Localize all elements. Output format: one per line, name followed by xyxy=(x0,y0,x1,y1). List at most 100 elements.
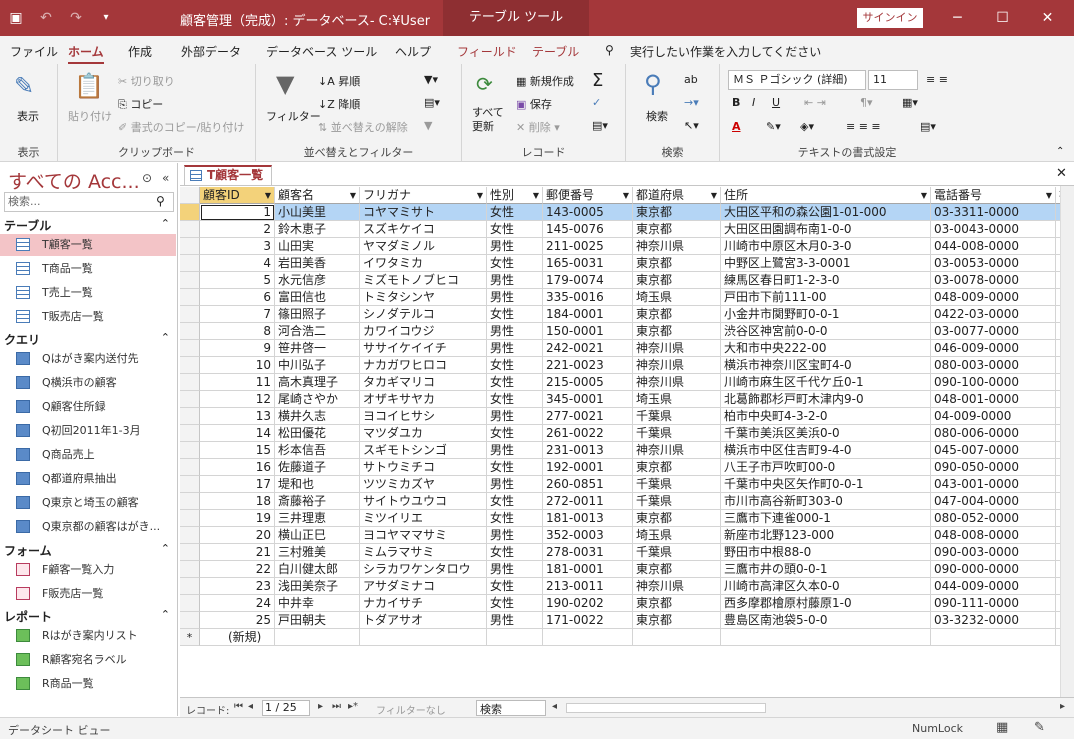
table-cell[interactable]: 15 xyxy=(200,442,275,459)
table-cell[interactable]: 260-0851 xyxy=(543,476,633,493)
record-search-input[interactable]: 検索 xyxy=(476,700,546,716)
row-selector[interactable] xyxy=(180,510,200,527)
table-cell[interactable]: 杉本信吾 xyxy=(275,442,360,459)
table-cell[interactable]: 川崎市高津区久本0-0 xyxy=(721,578,931,595)
table-cell[interactable]: 横山正巳 xyxy=(275,527,360,544)
table-cell[interactable]: 090-003-0000 xyxy=(931,544,1056,561)
table-cell[interactable]: 048-008-0000 xyxy=(931,527,1056,544)
table-cell[interactable]: 14 xyxy=(200,425,275,442)
table-cell[interactable]: 046-009-0000 xyxy=(931,340,1056,357)
tab-create[interactable]: 作成 xyxy=(128,43,152,60)
toggle-filter-button[interactable]: ▼ xyxy=(424,119,432,132)
table-cell[interactable]: 男性 xyxy=(487,238,543,255)
table-cell[interactable]: 044-009-0000 xyxy=(931,578,1056,595)
table-cell[interactable]: 東京都 xyxy=(633,306,721,323)
datasheet-view-icon[interactable]: ▦ xyxy=(996,720,1008,735)
new-record-cell[interactable]: (新規) xyxy=(200,629,275,646)
nav-item-query[interactable]: Q東京都の顧客はがき... xyxy=(0,516,176,538)
font-select[interactable]: ＭＳ Ｐゴシック (詳細) xyxy=(728,70,866,90)
close-document-icon[interactable]: ✕ xyxy=(1056,166,1067,181)
new-record-nav-icon[interactable]: ▸* xyxy=(348,701,358,712)
row-selector[interactable] xyxy=(180,493,200,510)
table-cell[interactable]: 145-0076 xyxy=(543,221,633,238)
nav-item-query[interactable]: Q顧客住所録 xyxy=(0,396,176,418)
table-cell[interactable]: 21 xyxy=(200,544,275,561)
table-cell[interactable]: 女性 xyxy=(487,204,543,221)
column-header[interactable]: 顧客名 ▼ xyxy=(275,187,360,204)
totals-icon[interactable]: Σ xyxy=(592,70,603,91)
table-cell[interactable]: 11 xyxy=(200,374,275,391)
paragraph-icon[interactable]: ¶▾ xyxy=(860,96,873,109)
table-cell[interactable]: 戸田朝夫 xyxy=(275,612,360,629)
table-cell[interactable]: 中川弘子 xyxy=(275,357,360,374)
table-cell[interactable]: 埼玉県 xyxy=(633,527,721,544)
dropdown-arrow-icon[interactable]: ▼ xyxy=(350,187,356,203)
tab-file[interactable]: ファイル xyxy=(10,43,58,60)
table-cell[interactable]: 千葉県 xyxy=(633,425,721,442)
table-cell[interactable]: 12 xyxy=(200,391,275,408)
table-cell[interactable]: 090-111-0000 xyxy=(931,595,1056,612)
table-cell[interactable]: 17 xyxy=(200,476,275,493)
collapse-ribbon-icon[interactable]: ⌃ xyxy=(1056,146,1064,157)
row-selector[interactable] xyxy=(180,289,200,306)
spelling-icon[interactable]: ✓ xyxy=(592,96,601,109)
table-cell[interactable]: 埼玉県 xyxy=(633,289,721,306)
tab-database-tools[interactable]: データベース ツール xyxy=(266,43,377,60)
table-cell[interactable]: 男性 xyxy=(487,323,543,340)
table-cell[interactable]: 埼玉県 xyxy=(633,391,721,408)
nav-item-form[interactable]: F販売店一覧 xyxy=(0,583,176,605)
table-cell[interactable]: シノダテルコ xyxy=(360,306,487,323)
align-icons[interactable]: ≡ ≡ ≡ xyxy=(846,120,881,133)
table-cell[interactable]: 090-100-0000 xyxy=(931,374,1056,391)
table-cell[interactable]: 東京都 xyxy=(633,459,721,476)
table-cell[interactable]: ミムラマサミ xyxy=(360,544,487,561)
table-cell[interactable]: 横浜市神奈川区宝町4-0 xyxy=(721,357,931,374)
table-cell[interactable]: 211-0025 xyxy=(543,238,633,255)
nav-menu-icon[interactable]: ⊙ xyxy=(142,171,152,185)
row-selector[interactable] xyxy=(180,391,200,408)
table-cell[interactable]: 横井久志 xyxy=(275,408,360,425)
table-cell[interactable]: 男性 xyxy=(487,561,543,578)
table-cell[interactable]: 080-006-0000 xyxy=(931,425,1056,442)
table-cell[interactable]: 2 xyxy=(200,221,275,238)
table-cell[interactable]: 女性 xyxy=(487,306,543,323)
row-selector[interactable] xyxy=(180,221,200,238)
table-cell[interactable]: 19 xyxy=(200,510,275,527)
table-cell[interactable]: 9 xyxy=(200,340,275,357)
table-cell[interactable]: アサダミナコ xyxy=(360,578,487,595)
table-cell[interactable]: 090-000-0000 xyxy=(931,561,1056,578)
table-cell[interactable]: マツダユカ xyxy=(360,425,487,442)
table-cell[interactable]: 048-001-0000 xyxy=(931,391,1056,408)
table-cell[interactable]: 231-0013 xyxy=(543,442,633,459)
row-selector[interactable] xyxy=(180,255,200,272)
table-cell[interactable]: 03-0043-0000 xyxy=(931,221,1056,238)
table-cell[interactable]: 市川市高谷新町303-0 xyxy=(721,493,931,510)
bold-button[interactable]: B xyxy=(732,96,740,109)
dropdown-arrow-icon[interactable]: ▼ xyxy=(1046,187,1052,203)
table-cell[interactable]: 女性 xyxy=(487,391,543,408)
table-cell[interactable]: 三井理恵 xyxy=(275,510,360,527)
indent-button[interactable]: ⇤ ⇥ xyxy=(804,96,826,109)
table-cell[interactable]: 豊島区南池袋5-0-0 xyxy=(721,612,931,629)
row-selector[interactable] xyxy=(180,442,200,459)
table-cell[interactable]: 斎藤裕子 xyxy=(275,493,360,510)
scroll-right-icon[interactable]: ▸ xyxy=(1060,701,1065,712)
undo-icon[interactable]: ↶ xyxy=(36,8,56,28)
table-cell[interactable]: 東京都 xyxy=(633,272,721,289)
table-cell[interactable]: 171-0022 xyxy=(543,612,633,629)
table-cell[interactable]: 047-004-0000 xyxy=(931,493,1056,510)
table-cell[interactable]: スズキケイコ xyxy=(360,221,487,238)
table-cell[interactable]: 千葉県 xyxy=(633,544,721,561)
table-cell[interactable]: 神奈川県 xyxy=(633,357,721,374)
tab-home[interactable]: ホーム xyxy=(68,43,104,64)
row-selector[interactable] xyxy=(180,238,200,255)
table-cell[interactable]: 261-0022 xyxy=(543,425,633,442)
nav-item-query[interactable]: Qはがき案内送付先 xyxy=(0,348,176,370)
table-cell[interactable]: 野田市中根88-0 xyxy=(721,544,931,561)
table-cell[interactable]: 190-0202 xyxy=(543,595,633,612)
dropdown-arrow-icon[interactable]: ▼ xyxy=(711,187,717,203)
row-selector[interactable] xyxy=(180,578,200,595)
row-selector[interactable] xyxy=(180,340,200,357)
dropdown-arrow-icon[interactable]: ▼ xyxy=(265,187,271,203)
delete-record-button[interactable]: ✕ 削除 ▾ xyxy=(516,119,560,135)
